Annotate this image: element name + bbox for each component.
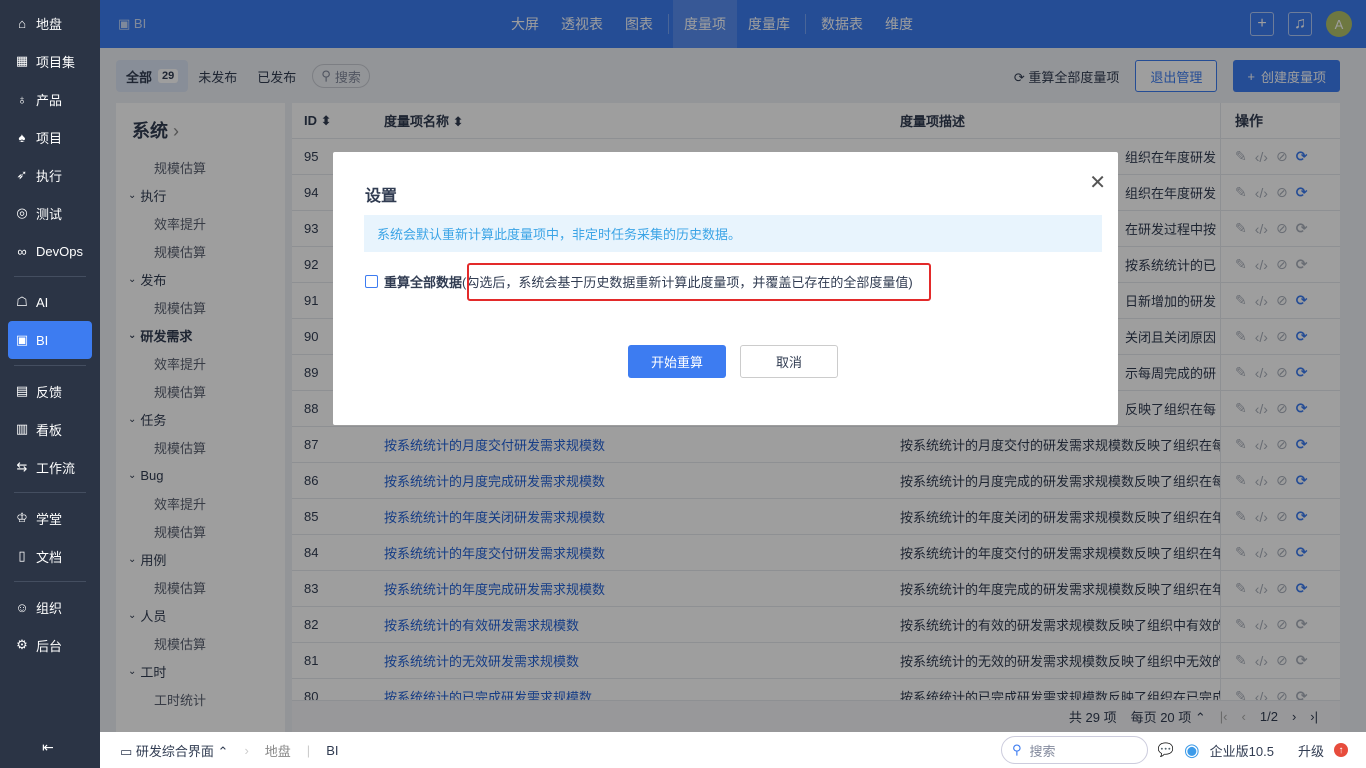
sidebar-item-7[interactable]: ☖ AI — [0, 283, 92, 321]
sidebar-item-4[interactable]: ➶ 执行 — [0, 156, 92, 194]
sidebar: ⌂ 地盘 ▦ 项目集 ♁ 产品 ♠ 项目 ➶ 执行 ◎ 测试 ∞ DevOps ☖ AI ▣ BI ▤ 反馈 ▥ 看板 ⇆ 工… — [0, 0, 100, 768]
sidebar-item-9[interactable]: ▤ 反馈 — [0, 372, 92, 410]
cancel-button[interactable]: 取消 — [740, 345, 838, 378]
ai-icon: ☖ — [16, 294, 28, 309]
bottom-bar: ▭ 研发综合界面 ⌃ › 地盘 | BI ⚲ 搜索 💬 ◉ 企业版10.5 升级 … — [100, 732, 1366, 768]
devops-icon: ∞ — [17, 243, 27, 259]
doc-icon: ▯ — [18, 548, 26, 563]
highlight-box — [467, 263, 931, 301]
collapse-sidebar-icon[interactable]: ⇤ — [42, 739, 54, 756]
upgrade-icon: ↑ — [1334, 743, 1348, 757]
sidebar-item-5[interactable]: ◎ 测试 — [0, 194, 92, 232]
ai-chat-icon[interactable]: 💬 — [1158, 742, 1174, 758]
school-icon: ♔ — [16, 510, 28, 525]
gear-icon: ⚙ — [16, 637, 28, 652]
org-icon: ☺ — [15, 599, 29, 615]
sidebar-item-8[interactable]: ▣ BI — [8, 321, 92, 359]
sidebar-divider — [14, 365, 86, 366]
sidebar-item-13[interactable]: ▯ 文档 — [0, 537, 92, 575]
global-search-input[interactable]: ⚲ 搜索 — [1001, 736, 1148, 764]
bulb-icon: ♁ — [17, 91, 27, 107]
run-icon: ➶ — [16, 167, 28, 182]
sidebar-divider — [14, 276, 86, 277]
bi-icon: ▣ — [15, 332, 29, 347]
home-icon: ⌂ — [18, 15, 26, 31]
info-banner: 系统会默认重新计算此度量项中，非定时任务采集的历史数据。 — [364, 215, 1102, 252]
feedback-icon: ▤ — [15, 383, 29, 398]
kanban-icon: ▥ — [15, 421, 29, 436]
sidebar-divider — [14, 581, 86, 582]
recalc-all-checkbox[interactable] — [365, 275, 378, 288]
rocket-icon: ♠ — [18, 129, 26, 145]
dialog-title: 设置 — [365, 188, 398, 205]
close-icon[interactable]: ✕ — [1089, 170, 1106, 195]
test-icon: ◎ — [16, 205, 28, 220]
breadcrumb-bi: BI — [326, 742, 339, 758]
sidebar-divider — [14, 492, 86, 493]
sidebar-item-14[interactable]: ☺ 组织 — [0, 588, 92, 626]
settings-dialog: 设置 ✕ 系统会默认重新计算此度量项中，非定时任务采集的历史数据。 重算全部数据… — [333, 152, 1118, 425]
sidebar-item-6[interactable]: ∞ DevOps — [0, 232, 92, 270]
logo-icon: ◉ — [1183, 739, 1200, 760]
workflow-icon: ⇆ — [16, 459, 28, 474]
sidebar-item-0[interactable]: ⌂ 地盘 — [0, 4, 92, 42]
sidebar-item-10[interactable]: ▥ 看板 — [0, 410, 92, 448]
sidebar-item-1[interactable]: ▦ 项目集 — [0, 42, 92, 80]
sidebar-item-11[interactable]: ⇆ 工作流 — [0, 448, 92, 486]
checkbox-label[interactable]: 重算全部数据 — [384, 272, 462, 291]
sidebar-item-15[interactable]: ⚙ 后台 — [0, 626, 92, 664]
breadcrumb-home[interactable]: 地盘 — [265, 741, 291, 760]
start-recalc-button[interactable]: 开始重算 — [628, 345, 726, 378]
search-icon: ⚲ — [1012, 742, 1022, 757]
upgrade-link[interactable]: 升级 — [1298, 741, 1324, 760]
sidebar-item-2[interactable]: ♁ 产品 — [0, 80, 92, 118]
grid-icon: ▦ — [15, 53, 29, 68]
edition-label: 企业版10.5 — [1209, 743, 1274, 759]
sidebar-item-3[interactable]: ♠ 项目 — [0, 118, 92, 156]
sidebar-item-12[interactable]: ♔ 学堂 — [0, 499, 92, 537]
screen-switch[interactable]: ▭ 研发综合界面 ⌃ — [120, 741, 228, 760]
